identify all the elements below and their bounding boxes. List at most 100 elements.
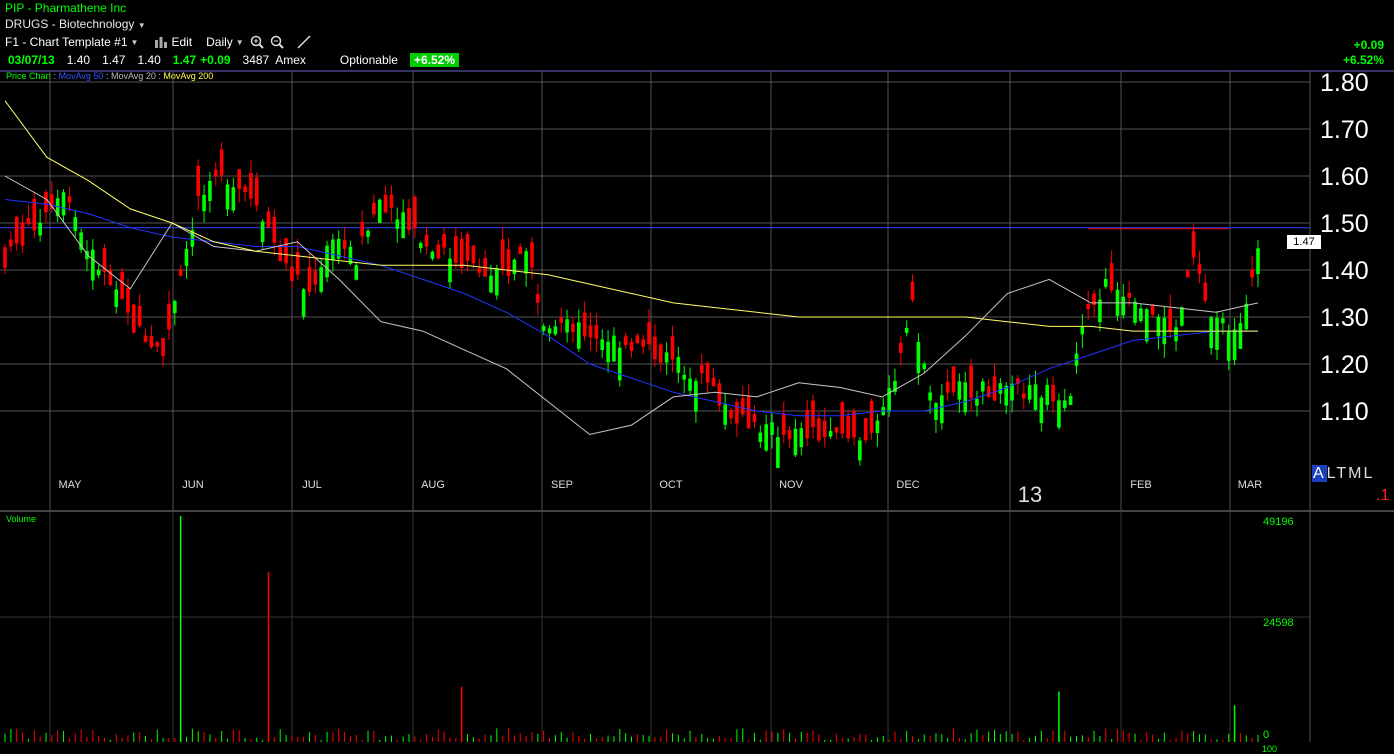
candle-body <box>840 402 845 434</box>
x-tick-label: 13 <box>1018 482 1042 507</box>
candle-body <box>360 221 364 237</box>
candle-body <box>688 378 692 391</box>
candle-body <box>910 281 915 300</box>
candle-body <box>594 325 599 339</box>
x-tick-label: NOV <box>779 479 804 491</box>
candle-body <box>547 328 552 334</box>
range-m[interactable]: M <box>1348 465 1363 482</box>
candle-body <box>424 234 429 247</box>
candle-body <box>1021 393 1026 399</box>
candle-body <box>161 338 165 357</box>
candle-body <box>20 222 25 246</box>
candle-body <box>1226 331 1231 361</box>
candle-body <box>254 177 259 206</box>
candle-body <box>1103 278 1108 287</box>
candle-body <box>67 196 72 203</box>
candle-body <box>1062 400 1067 409</box>
candle-body <box>44 191 48 213</box>
candle-body <box>155 341 160 347</box>
candle-body <box>307 266 312 292</box>
candle-body <box>167 303 171 330</box>
candle-body <box>38 222 42 236</box>
candle-body <box>899 342 903 354</box>
candle-body <box>793 428 798 456</box>
series-line-movavg-200 <box>4 100 1258 332</box>
candle-body <box>559 317 564 323</box>
candle-body <box>764 424 768 451</box>
candle-body <box>863 418 868 441</box>
y-tick-label: 1.70 <box>1320 116 1369 144</box>
candle-body <box>553 326 558 335</box>
bottom-label: 100 <box>1262 744 1278 754</box>
x-tick-label: OCT <box>659 479 683 491</box>
candle-body <box>14 216 19 244</box>
candle-body <box>1027 385 1032 400</box>
y-tick-label: 1.60 <box>1320 163 1369 191</box>
candle-body <box>582 312 587 337</box>
candle-body <box>635 335 640 344</box>
candle-body <box>342 240 347 249</box>
candle-body <box>711 377 716 387</box>
candle-body <box>524 251 528 274</box>
candle-body <box>219 149 224 176</box>
candle-body <box>834 427 839 433</box>
candle-body <box>1121 296 1126 316</box>
range-t[interactable]: T <box>1336 465 1348 482</box>
candle-body <box>1250 269 1254 278</box>
x-tick-label: JUN <box>182 479 203 491</box>
candle-body <box>172 300 177 314</box>
candle-body <box>822 420 827 438</box>
candle-body <box>828 430 833 437</box>
candle-body <box>846 416 850 439</box>
candle-body <box>992 376 997 401</box>
range-l2[interactable]: L <box>1364 465 1375 482</box>
candle-body <box>1209 317 1213 349</box>
x-tick-label: DEC <box>896 479 919 491</box>
candle-body <box>887 388 891 412</box>
candle-body <box>1150 304 1155 315</box>
candle-body <box>541 326 546 331</box>
y-tick-label: 1.20 <box>1320 351 1369 379</box>
candle-body <box>1039 397 1044 424</box>
candle-body <box>126 288 130 313</box>
candle-body <box>699 365 704 374</box>
candle-body <box>658 344 663 363</box>
x-tick-label: JUL <box>302 479 322 491</box>
candle-body <box>770 422 774 435</box>
candle-body <box>1185 270 1190 277</box>
candle-body <box>1139 308 1143 321</box>
candle-body <box>389 194 394 208</box>
x-tick-label: MAR <box>1238 479 1263 491</box>
x-tick-label: AUG <box>421 479 445 491</box>
candle-body <box>1168 308 1172 332</box>
candle-body <box>260 221 265 243</box>
candle-body <box>664 352 669 363</box>
candle-body <box>869 400 874 433</box>
candle-body <box>787 430 792 440</box>
candle-body <box>852 411 856 438</box>
candle-body <box>91 249 95 281</box>
candle-body <box>377 199 382 224</box>
x-tick-label: MAY <box>58 479 82 491</box>
candle-body <box>237 169 242 189</box>
candle-body <box>1086 303 1091 310</box>
range-a[interactable]: A <box>1312 465 1327 482</box>
candle-body <box>26 218 31 225</box>
candle-body <box>606 341 610 363</box>
x-tick-label: FEB <box>1130 479 1151 491</box>
candle-body <box>1232 329 1237 361</box>
candle-body <box>1033 384 1038 410</box>
candle-body <box>617 347 622 381</box>
candle-body <box>1256 248 1260 275</box>
candle-body <box>383 194 388 213</box>
candle-body <box>471 245 476 264</box>
candle-body <box>1238 323 1243 349</box>
candle-body <box>459 238 464 268</box>
candle-body <box>132 304 136 333</box>
range-l[interactable]: L <box>1327 465 1337 482</box>
candle-body <box>331 239 335 261</box>
candle-body <box>184 248 189 266</box>
price-volume-chart[interactable]: 1.80 1.70 1.60 1.50 1.40 1.30 1.20 1.10 MAY JUN JU… <box>0 0 1394 752</box>
candle-body <box>442 234 446 248</box>
candle-body <box>729 410 733 419</box>
